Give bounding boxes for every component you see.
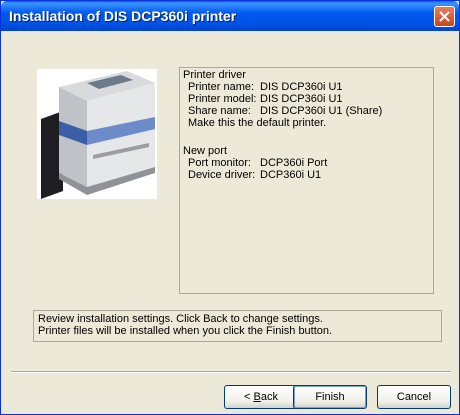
window-title: Installation of DIS DCP360i printer <box>9 8 237 24</box>
finish-button[interactable]: Finish <box>293 385 367 409</box>
back-button[interactable]: < Back <box>224 385 298 409</box>
close-icon <box>439 11 450 22</box>
settings-summary-panel: Printer driver Printer name: DIS DCP360i… <box>179 67 434 294</box>
title-bar[interactable]: Installation of DIS DCP360i printer <box>1 1 459 31</box>
button-separator <box>11 371 451 373</box>
printer-name-value: DIS DCP360i U1 <box>260 81 343 93</box>
device-driver-value: DCP360i U1 <box>260 169 322 181</box>
printer-model-value: DIS DCP360i U1 <box>260 93 343 105</box>
new-port-heading: New port <box>183 145 228 157</box>
printer-name-label: Printer name: <box>188 81 255 93</box>
close-button[interactable] <box>434 6 455 27</box>
status-line-1: Review installation settings. Click Back… <box>38 313 323 325</box>
port-monitor-value: DCP360i Port <box>260 157 328 169</box>
printer-driver-heading: Printer driver <box>183 69 246 81</box>
device-driver-label: Device driver: <box>188 169 256 181</box>
back-button-mnemonic: B <box>253 391 261 403</box>
cancel-button[interactable]: Cancel <box>377 385 451 409</box>
printer-image <box>37 66 157 199</box>
status-message-panel: Review installation settings. Click Back… <box>33 310 442 342</box>
port-monitor-label: Port monitor: <box>188 157 251 169</box>
default-printer-note: Make this the default printer. <box>188 117 327 129</box>
share-name-value: DIS DCP360i U1 (Share) <box>260 105 383 117</box>
back-button-label: ack <box>260 391 278 403</box>
installation-dialog: Installation of DIS DCP360i printer Prin… <box>0 0 460 415</box>
printer-model-label: Printer model: <box>188 93 257 105</box>
status-line-2: Printer files will be installed when you… <box>38 325 333 337</box>
share-name-label: Share name: <box>188 105 251 117</box>
back-button-prefix: < <box>244 391 254 403</box>
